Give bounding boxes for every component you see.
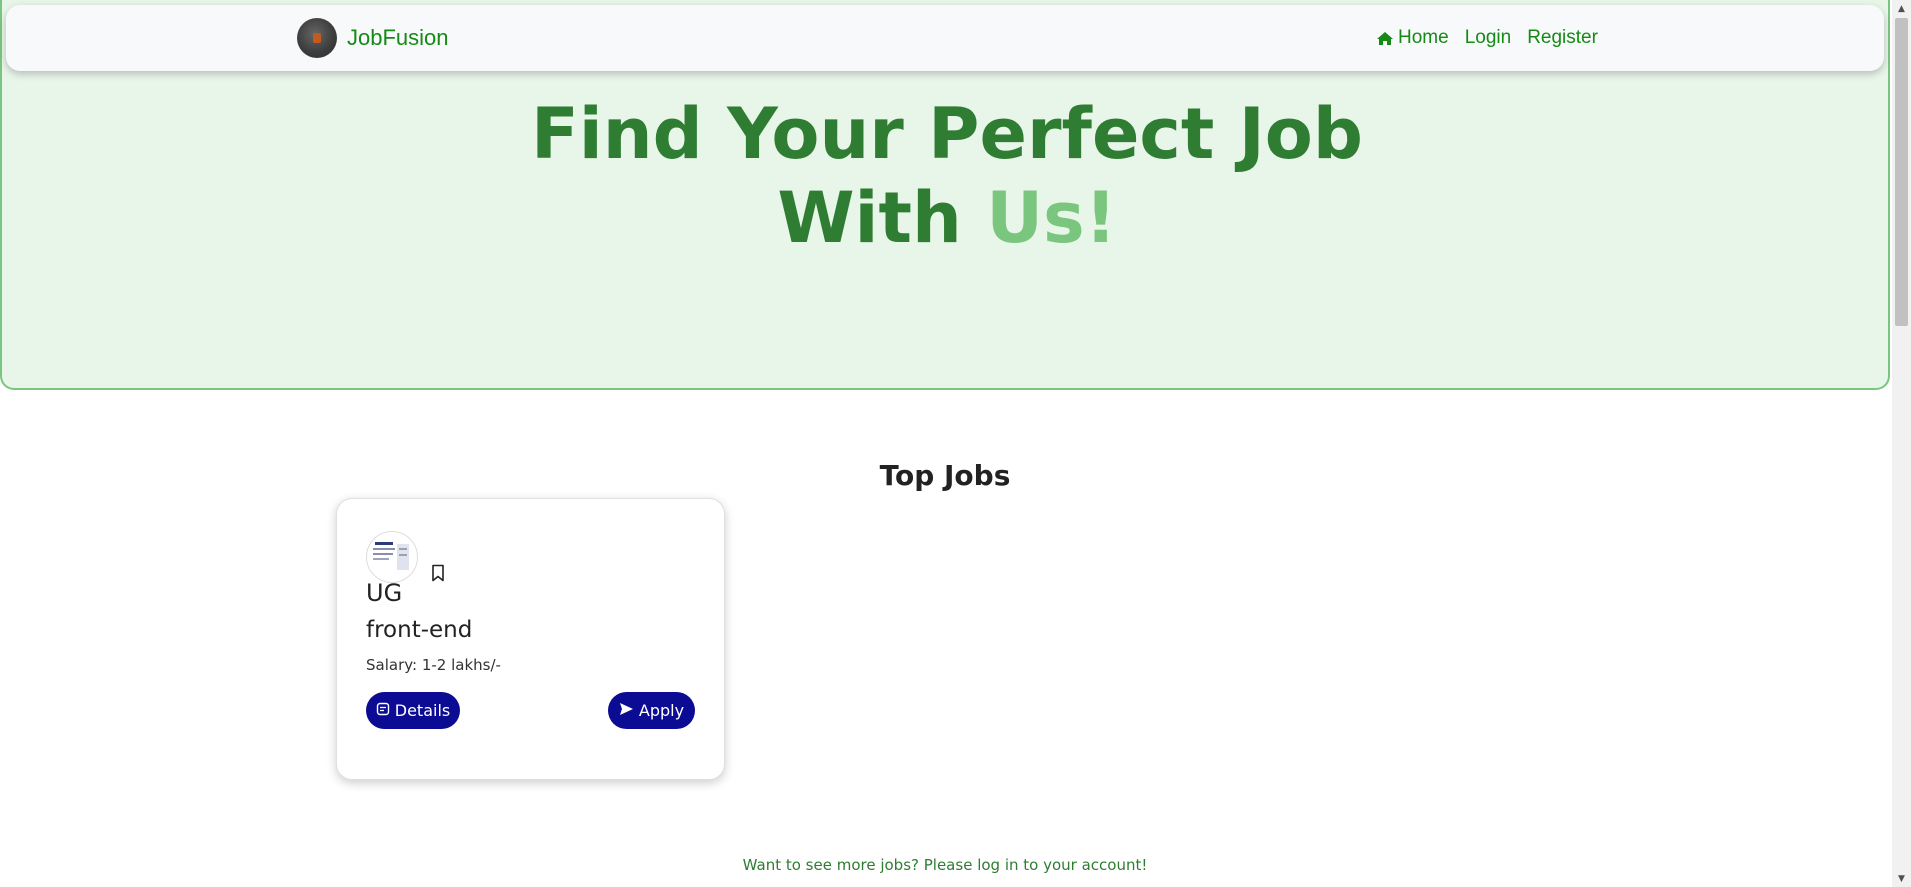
company-logo: [366, 531, 418, 583]
hero-title: Find Your Perfect Job With Us!: [2, 92, 1892, 260]
nav-links: Home Login Register: [1376, 27, 1598, 49]
job-card: UG front-end Salary: 1-2 lakhs/- Details…: [336, 498, 725, 780]
bookmark-icon[interactable]: [431, 564, 445, 586]
job-salary: Salary: 1-2 lakhs/-: [366, 656, 501, 674]
details-label: Details: [394, 701, 451, 720]
top-jobs-title: Top Jobs: [879, 459, 1011, 493]
brand-link[interactable]: JobFusion: [297, 18, 449, 58]
send-icon: [619, 701, 639, 720]
scroll-down-icon[interactable]: ▼: [1892, 870, 1911, 887]
home-icon: [1376, 31, 1394, 46]
navbar: JobFusion Home Login Register: [6, 5, 1884, 71]
job-level: UG: [366, 579, 403, 607]
nav-login-link[interactable]: Login: [1465, 27, 1512, 49]
nav-login-label: Login: [1464, 27, 1512, 48]
nav-register-link[interactable]: Register: [1527, 27, 1598, 49]
nav-home-link[interactable]: Home: [1376, 27, 1449, 49]
scroll-thumb[interactable]: [1895, 18, 1908, 326]
document-icon: [376, 701, 395, 720]
brand-logo: [297, 18, 337, 58]
apply-button[interactable]: Apply: [608, 692, 695, 729]
login-prompt: Want to see more jobs? Please log in to …: [742, 856, 1148, 874]
scroll-up-icon[interactable]: ▲: [1892, 0, 1911, 17]
apply-label: Apply: [638, 701, 685, 720]
details-button[interactable]: Details: [366, 692, 460, 729]
job-role: front-end: [366, 617, 473, 643]
hero-title-line2-prefix: With: [777, 177, 987, 259]
nav-home-label: Home: [1398, 27, 1449, 48]
nav-register-label: Register: [1527, 27, 1598, 48]
hero-title-line1: Find Your Perfect Job: [530, 93, 1363, 175]
hero-title-accent: Us!: [986, 177, 1117, 259]
page-scrollbar[interactable]: ▲ ▼: [1892, 0, 1911, 887]
brand-name: JobFusion: [347, 25, 449, 50]
